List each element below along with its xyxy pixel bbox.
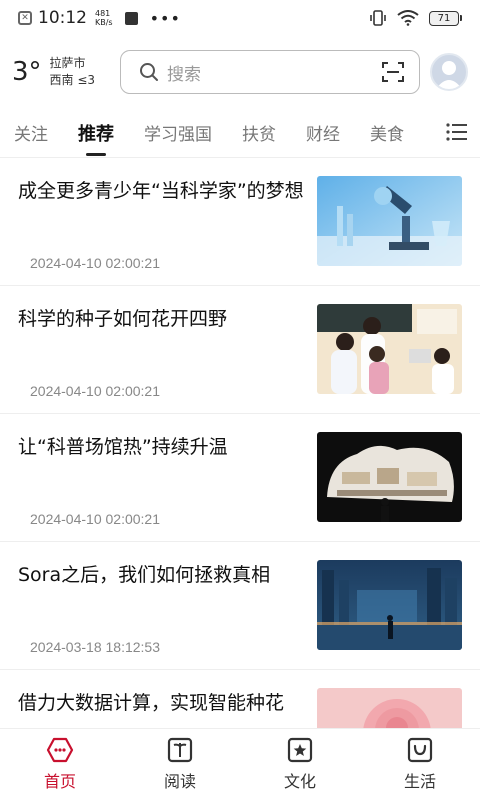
- nav-home[interactable]: 首页: [0, 729, 120, 800]
- news-item[interactable]: 科学的种子如何花开四野 2024-04-10 02:00:21: [0, 286, 480, 414]
- weather-widget[interactable]: 3° 拉萨市 西南 ≤3: [12, 55, 120, 89]
- more-notifications-icon: •••: [149, 8, 181, 28]
- app-notification-icon: [124, 11, 138, 25]
- news-title: 成全更多青少年“当科学家”的梦想: [18, 180, 304, 202]
- search-bar[interactable]: 搜索: [120, 50, 420, 94]
- news-feed: 成全更多青少年“当科学家”的梦想 2024-04-10 02:00:21 科学的…: [0, 158, 480, 734]
- news-thumbnail-classroom: [317, 304, 462, 394]
- news-thumbnail-city-night: [317, 560, 462, 650]
- news-date: 2024-03-18 18:12:53: [30, 639, 160, 655]
- menu-icon[interactable]: [446, 122, 468, 142]
- battery-icon: 71: [429, 10, 462, 26]
- news-item[interactable]: 让“科普场馆热”持续升温 2024-04-10 02:00:21: [0, 414, 480, 542]
- news-title: 借力大数据计算，实现智能种花: [18, 692, 285, 714]
- category-tabs: 关注 推荐 学习强国 扶贫 财经 美食: [0, 108, 480, 158]
- avatar[interactable]: [430, 53, 468, 91]
- tab-xuexi[interactable]: 学习强国: [144, 120, 212, 145]
- status-time: 10:12: [38, 8, 87, 28]
- bottom-navigation: 首页 阅读 文化 生活: [0, 728, 480, 800]
- network-speed-value: 481: [95, 9, 111, 18]
- home-icon: [46, 737, 74, 763]
- user-icon: [436, 61, 462, 89]
- wind-info: 西南 ≤3: [49, 73, 96, 87]
- tab-finance[interactable]: 财经: [306, 120, 340, 145]
- status-bar: ✕ 10:12 481 KB/s ••• 71: [0, 0, 480, 36]
- search-icon: [140, 63, 158, 81]
- tab-poverty-relief[interactable]: 扶贫: [242, 120, 276, 145]
- bag-icon: [407, 737, 433, 763]
- temperature: 3°: [12, 57, 42, 87]
- news-thumbnail-museum: [317, 432, 462, 522]
- search-placeholder: 搜索: [167, 64, 201, 85]
- news-date: 2024-04-10 02:00:21: [30, 511, 160, 527]
- nav-label: 首页: [43, 772, 76, 791]
- network-speed: 481 KB/s: [95, 9, 113, 27]
- news-title: Sora之后，我们如何拯救真相: [18, 564, 271, 586]
- news-item[interactable]: 成全更多青少年“当科学家”的梦想 2024-04-10 02:00:21: [0, 158, 480, 286]
- network-speed-unit: KB/s: [95, 18, 113, 27]
- news-title: 科学的种子如何花开四野: [18, 308, 228, 330]
- news-date: 2024-04-10 02:00:21: [30, 255, 160, 271]
- battery-level: 71: [429, 10, 459, 26]
- news-thumbnail-microscope: [317, 176, 462, 266]
- news-item[interactable]: 借力大数据计算，实现智能种花: [0, 670, 480, 734]
- news-date: 2024-04-10 02:00:21: [30, 383, 160, 399]
- close-notification-icon: ✕: [18, 11, 32, 25]
- tab-recommend[interactable]: 推荐: [78, 120, 114, 146]
- nav-culture[interactable]: 文化: [240, 729, 360, 800]
- news-item[interactable]: Sora之后，我们如何拯救真相 2024-03-18 18:12:53: [0, 542, 480, 670]
- nav-life[interactable]: 生活: [360, 729, 480, 800]
- tab-food[interactable]: 美食: [370, 120, 404, 145]
- scan-icon[interactable]: [381, 60, 405, 84]
- nav-read[interactable]: 阅读: [120, 729, 240, 800]
- vibrate-icon: [370, 10, 386, 26]
- header: 3° 拉萨市 西南 ≤3 搜索: [0, 36, 480, 108]
- news-title: 让“科普场馆热”持续升温: [18, 436, 228, 458]
- book-icon: [167, 737, 193, 763]
- nav-label: 生活: [403, 772, 436, 791]
- tab-follow[interactable]: 关注: [14, 120, 48, 145]
- city-name: 拉萨市: [49, 56, 86, 70]
- wifi-icon: [397, 10, 419, 26]
- nav-label: 文化: [283, 772, 316, 791]
- star-icon: [287, 737, 313, 763]
- nav-label: 阅读: [163, 772, 196, 791]
